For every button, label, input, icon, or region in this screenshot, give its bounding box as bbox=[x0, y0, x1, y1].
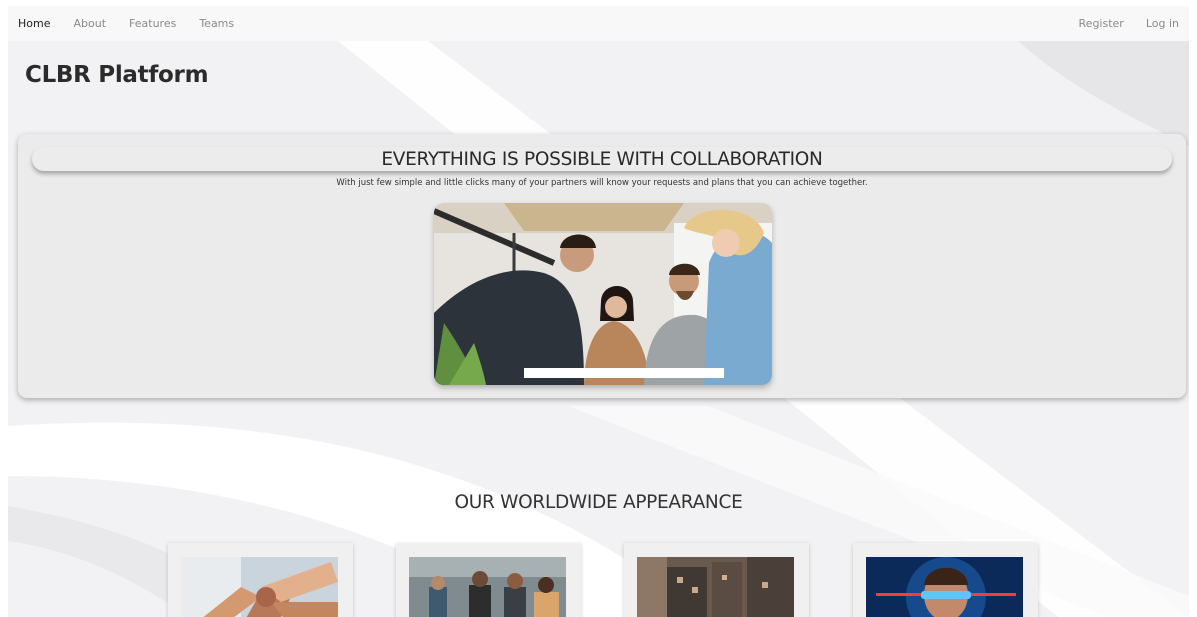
appearance-card-4[interactable] bbox=[853, 543, 1038, 617]
appearance-photo-meeting bbox=[409, 557, 566, 617]
nav-link-features[interactable]: Features bbox=[129, 17, 176, 30]
nav-left-group: Home About Features Teams bbox=[18, 17, 234, 30]
appearance-photo-corridor bbox=[637, 557, 794, 617]
nav-link-login[interactable]: Log in bbox=[1146, 17, 1179, 30]
appearance-card-2[interactable] bbox=[396, 543, 581, 617]
nav-link-register[interactable]: Register bbox=[1079, 17, 1124, 30]
hero-title: EVERYTHING IS POSSIBLE WITH COLLABORATIO… bbox=[381, 149, 823, 170]
nav-link-teams[interactable]: Teams bbox=[199, 17, 234, 30]
appearance-card-1[interactable] bbox=[168, 543, 353, 617]
page: Home About Features Teams Register Log i… bbox=[8, 6, 1189, 617]
nav-link-home[interactable]: Home bbox=[18, 17, 50, 30]
nav-right-group: Register Log in bbox=[1079, 17, 1179, 30]
appearance-card-3[interactable] bbox=[624, 543, 809, 617]
section-title-worldwide: OUR WORLDWIDE APPEARANCE bbox=[454, 492, 743, 513]
appearance-photo-hands bbox=[181, 557, 338, 617]
top-navbar: Home About Features Teams Register Log i… bbox=[8, 6, 1189, 41]
hero-card: EVERYTHING IS POSSIBLE WITH COLLABORATIO… bbox=[18, 134, 1186, 398]
hero-team-photo bbox=[434, 203, 772, 385]
appearance-photo-vr bbox=[866, 557, 1023, 617]
nav-link-about[interactable]: About bbox=[73, 17, 106, 30]
brand-title: CLBR Platform bbox=[25, 62, 209, 88]
hero-subtitle: With just few simple and little clicks m… bbox=[336, 178, 868, 188]
